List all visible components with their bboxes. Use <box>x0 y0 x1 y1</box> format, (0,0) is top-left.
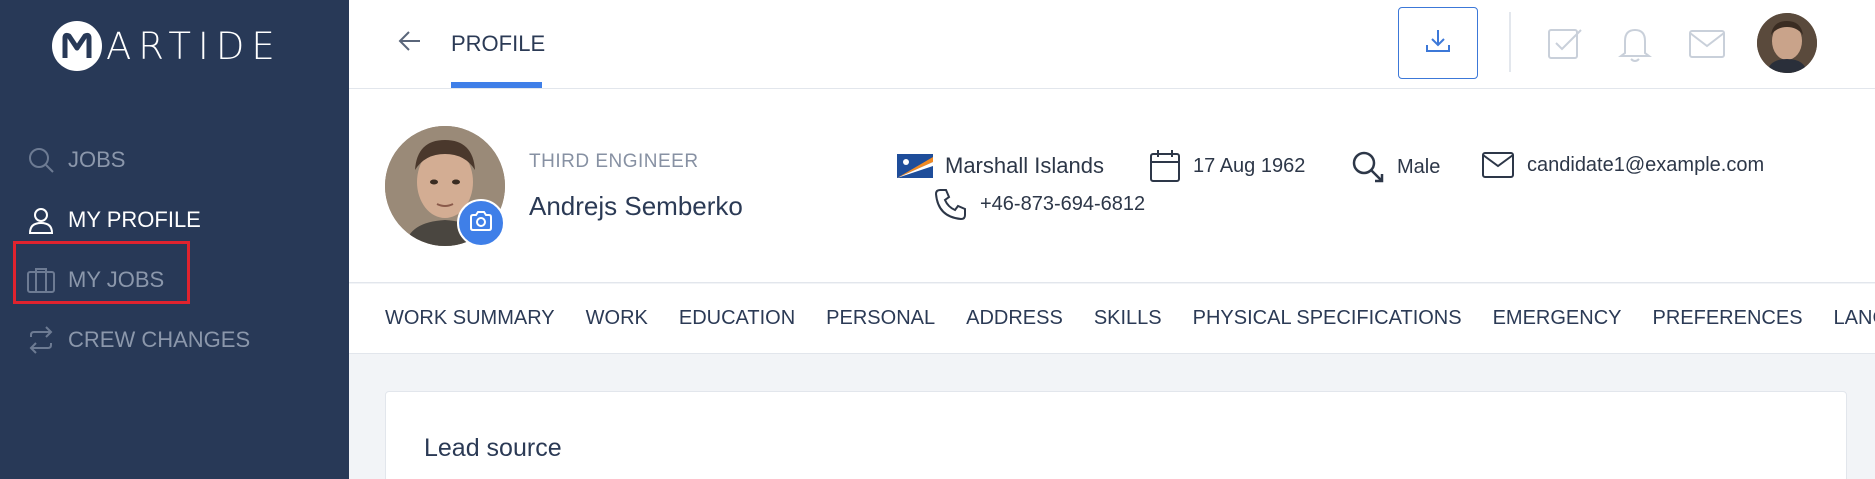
top-header: PROFILE <box>349 0 1875 89</box>
active-tab-indicator <box>451 82 542 88</box>
tab-physical-specifications[interactable]: PHYSICAL SPECIFICATIONS <box>1193 307 1462 330</box>
sidebar-nav: JOBS MY PROFILE MY JOBS CREW CHANGES <box>0 130 349 370</box>
header-divider <box>1509 12 1511 72</box>
sidebar-item-label: JOBS <box>68 147 126 172</box>
birth-date-text: 17 Aug 1962 <box>1193 154 1306 177</box>
sidebar-item-label: MY PROFILE <box>68 207 201 232</box>
marshall-islands-flag-icon <box>897 154 933 178</box>
mail-icon <box>1481 151 1515 179</box>
checkbox-icon[interactable] <box>1545 24 1585 64</box>
birth-date-info: 17 Aug 1962 <box>1149 149 1305 183</box>
gender-info: Male <box>1351 150 1440 184</box>
back-arrow-icon[interactable] <box>397 28 423 54</box>
phone-text: +46-873-694-6812 <box>980 192 1146 215</box>
phone-icon <box>934 187 968 221</box>
download-icon <box>1424 27 1452 60</box>
tab-address[interactable]: ADDRESS <box>966 307 1063 330</box>
lead-source-card: Lead source <box>385 391 1847 479</box>
briefcase-icon <box>26 265 56 295</box>
gender-icon <box>1351 150 1385 184</box>
tab-personal[interactable]: PERSONAL <box>826 307 935 330</box>
email-text: candidate1@example.com <box>1527 153 1765 176</box>
page-title: PROFILE <box>451 31 546 56</box>
profile-tabs: WORK SUMMARY WORK EDUCATION PERSONAL ADD… <box>349 284 1875 354</box>
sidebar-item-my-jobs[interactable]: MY JOBS <box>0 250 349 310</box>
sidebar-item-my-profile[interactable]: MY PROFILE <box>0 190 349 250</box>
change-photo-button[interactable] <box>457 199 505 247</box>
sidebar-item-crew-changes[interactable]: CREW CHANGES <box>0 310 349 370</box>
card-title: Lead source <box>424 434 562 462</box>
profile-summary: THIRD ENGINEER Andrejs Semberko Marshall… <box>349 89 1875 283</box>
bell-icon[interactable] <box>1615 24 1655 64</box>
tab-work[interactable]: WORK <box>586 307 648 330</box>
avatar[interactable] <box>1757 13 1817 73</box>
tab-skills[interactable]: SKILLS <box>1094 307 1162 330</box>
nationality-info: Marshall Islands <box>897 153 1104 179</box>
sidebar-item-label: CREW CHANGES <box>68 327 251 352</box>
job-title: THIRD ENGINEER <box>529 151 699 172</box>
download-button[interactable] <box>1398 7 1478 79</box>
tab-preferences[interactable]: PREFERENCES <box>1653 307 1803 330</box>
gender-text: Male <box>1397 155 1441 178</box>
sidebar-item-label: MY JOBS <box>68 267 165 292</box>
tab-work-summary[interactable]: WORK SUMMARY <box>385 307 555 330</box>
camera-icon <box>469 210 493 236</box>
tab-emergency[interactable]: EMERGENCY <box>1493 307 1622 330</box>
phone-info[interactable]: +46-873-694-6812 <box>934 187 1145 221</box>
logo[interactable]: ARTIDE <box>52 20 282 72</box>
nationality-text: Marshall Islands <box>945 153 1104 178</box>
email-info[interactable]: candidate1@example.com <box>1481 151 1764 179</box>
mail-icon[interactable] <box>1687 24 1727 64</box>
logo-mark <box>52 21 102 71</box>
swap-icon <box>26 325 56 355</box>
sidebar-item-jobs[interactable]: JOBS <box>0 130 349 190</box>
sidebar: ARTIDE JOBS MY PROFILE MY JOBS CREW CHAN… <box>0 0 349 479</box>
calendar-icon <box>1149 149 1181 183</box>
tab-languages[interactable]: LANGUAGES <box>1834 307 1875 330</box>
person-name: Andrejs Semberko <box>529 191 743 221</box>
search-icon <box>26 145 56 175</box>
tab-education[interactable]: EDUCATION <box>679 307 795 330</box>
logo-text: ARTIDE <box>106 24 282 68</box>
user-icon <box>26 205 56 235</box>
